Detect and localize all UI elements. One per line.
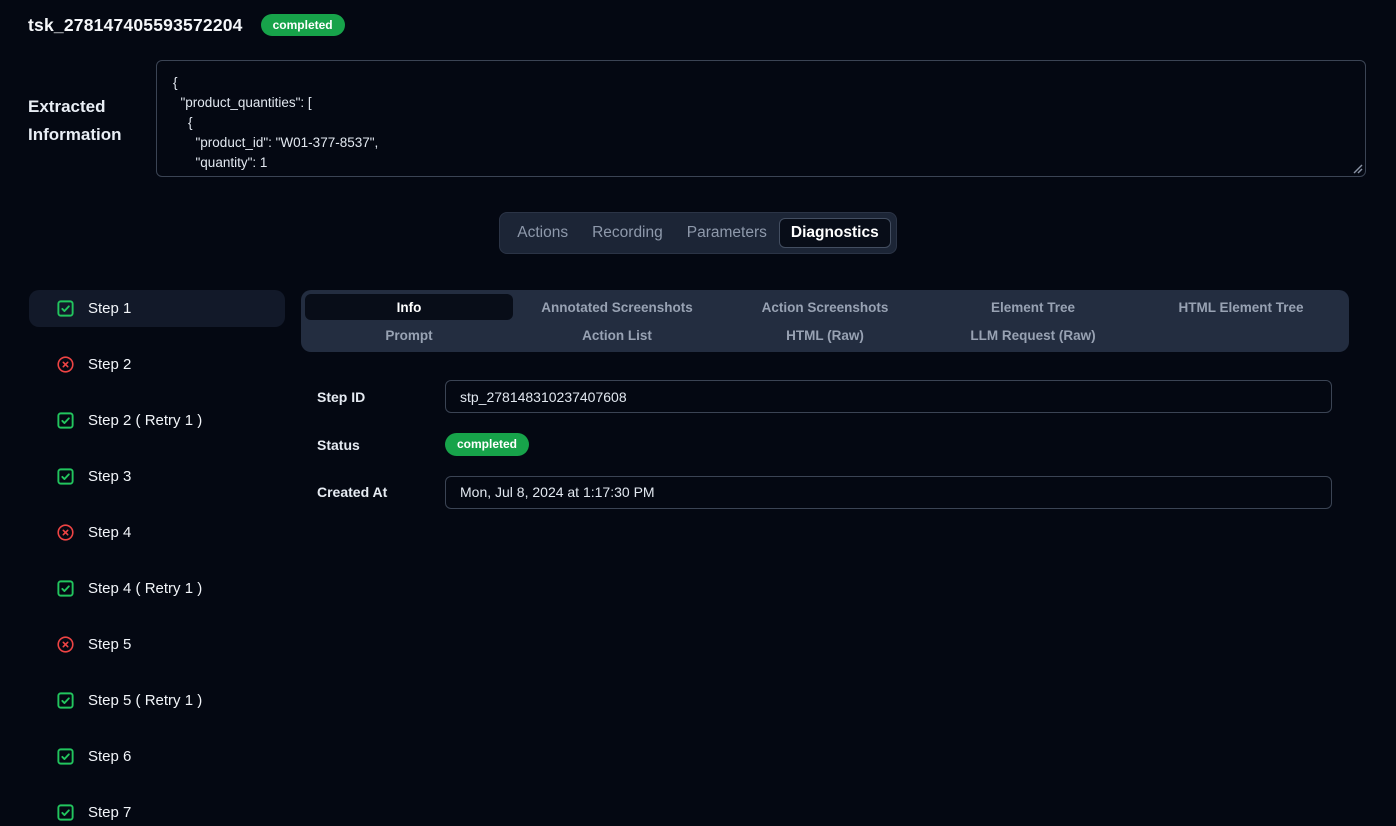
check-square-icon [56, 411, 75, 430]
check-square-icon [56, 747, 75, 766]
step-item-step-2[interactable]: Step 2 [29, 346, 285, 383]
step-item-step-1[interactable]: Step 1 [29, 290, 285, 327]
extracted-information-label: Extracted Information [0, 60, 156, 177]
step-item-label: Step 1 [88, 300, 131, 317]
task-status-badge: completed [261, 14, 345, 36]
created-at-label: Created At [317, 484, 445, 500]
step-item-label: Step 4 ( Retry 1 ) [88, 580, 202, 597]
step-item-step-2-retry-1[interactable]: Step 2 ( Retry 1 ) [29, 402, 285, 439]
step-item-label: Step 4 [88, 524, 131, 541]
subtab-action-screenshots[interactable]: Action Screenshots [721, 294, 929, 320]
step-item-step-4[interactable]: Step 4 [29, 514, 285, 551]
created-at-row: Created At [317, 476, 1349, 509]
subtab-html-raw[interactable]: HTML (Raw) [721, 322, 929, 348]
check-square-icon [56, 467, 75, 486]
subtab-element-tree[interactable]: Element Tree [929, 294, 1137, 320]
subtab-html-element-tree[interactable]: HTML Element Tree [1137, 294, 1345, 320]
textarea-resize-handle-icon[interactable] [1351, 162, 1363, 174]
step-id-input[interactable] [445, 380, 1332, 413]
tab-parameters[interactable]: Parameters [675, 218, 779, 248]
subtab-action-list[interactable]: Action List [513, 322, 721, 348]
step-item-label: Step 6 [88, 748, 131, 765]
step-item-label: Step 3 [88, 468, 131, 485]
subtab-prompt[interactable]: Prompt [305, 322, 513, 348]
status-row: Status completed [317, 433, 1349, 455]
extracted-information-box: { "product_quantities": [ { "product_id"… [156, 60, 1366, 177]
step-item-label: Step 7 [88, 804, 131, 821]
tab-diagnostics[interactable]: Diagnostics [779, 218, 891, 248]
step-status-badge: completed [445, 433, 529, 455]
check-square-icon [56, 691, 75, 710]
diagnostics-panel: InfoAnnotated ScreenshotsAction Screensh… [301, 290, 1349, 528]
check-square-icon [56, 299, 75, 318]
x-circle-icon [56, 635, 75, 654]
diagnostics-tab-bar: InfoAnnotated ScreenshotsAction Screensh… [301, 290, 1349, 352]
x-circle-icon [56, 355, 75, 374]
step-item-label: Step 2 ( Retry 1 ) [88, 412, 202, 429]
tab-actions[interactable]: Actions [505, 218, 580, 248]
steps-sidebar: Step 1 Step 2 Step 2 ( Retry 1 ) Step 3 Step… [29, 290, 285, 826]
x-circle-icon [56, 523, 75, 542]
step-item-step-4-retry-1[interactable]: Step 4 ( Retry 1 ) [29, 570, 285, 607]
created-at-input[interactable] [445, 476, 1332, 509]
step-item-step-5-retry-1[interactable]: Step 5 ( Retry 1 ) [29, 682, 285, 719]
page-header: tsk_278147405593572204 completed [0, 0, 1396, 36]
step-item-label: Step 2 [88, 356, 131, 373]
step-item-step-3[interactable]: Step 3 [29, 458, 285, 495]
status-label: Status [317, 437, 445, 453]
subtab-llm-request-raw[interactable]: LLM Request (Raw) [929, 322, 1137, 348]
check-square-icon [56, 803, 75, 822]
task-id-title: tsk_278147405593572204 [28, 15, 243, 36]
extracted-information-section: Extracted Information { "product_quantit… [0, 60, 1396, 177]
step-item-step-7[interactable]: Step 7 [29, 794, 285, 826]
info-fields: Step ID Status completed Created At [301, 380, 1349, 508]
extracted-information-textarea[interactable]: { "product_quantities": [ { "product_id"… [156, 60, 1366, 177]
content-area: Step 1 Step 2 Step 2 ( Retry 1 ) Step 3 Step… [29, 290, 1349, 826]
tab-recording[interactable]: Recording [580, 218, 675, 248]
step-item-label: Step 5 ( Retry 1 ) [88, 692, 202, 709]
subtab-info[interactable]: Info [305, 294, 513, 320]
step-id-label: Step ID [317, 389, 445, 405]
step-item-step-6[interactable]: Step 6 [29, 738, 285, 775]
step-item-step-5[interactable]: Step 5 [29, 626, 285, 663]
step-item-label: Step 5 [88, 636, 131, 653]
subtab-annotated-screenshots[interactable]: Annotated Screenshots [513, 294, 721, 320]
main-tab-bar: ActionsRecordingParametersDiagnostics [499, 212, 896, 254]
check-square-icon [56, 579, 75, 598]
step-id-row: Step ID [317, 380, 1349, 413]
